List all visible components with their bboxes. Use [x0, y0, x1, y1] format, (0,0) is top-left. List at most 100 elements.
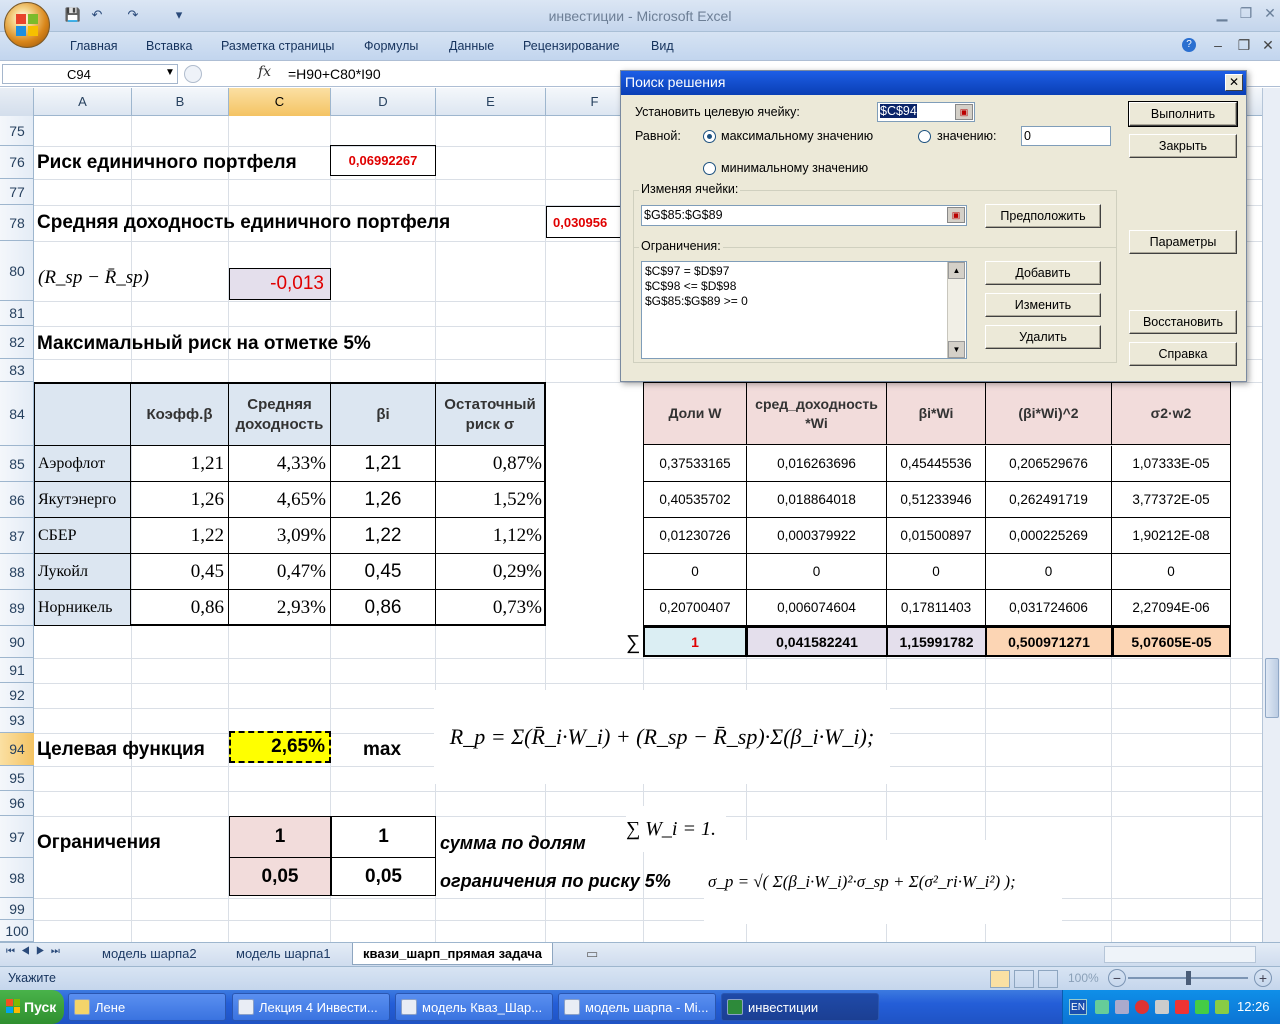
scroll-up-icon[interactable]: ▲	[948, 262, 965, 279]
bw-cell[interactable]: 0,17811403	[887, 590, 986, 626]
row-header[interactable]: 97	[0, 816, 34, 858]
tab-formulas[interactable]: Формулы	[364, 39, 418, 53]
row-header[interactable]: 83	[0, 359, 34, 382]
taskbar-item[interactable]: модель Кваз_Шар...	[395, 993, 553, 1021]
row-header[interactable]: 75	[0, 116, 34, 146]
sigma-cell[interactable]: 0,87%	[436, 446, 544, 482]
stock-name[interactable]: Якутэнерго	[35, 482, 131, 518]
ret-w-cell[interactable]: 0	[747, 554, 887, 590]
sw2-cell[interactable]: 1,90212E-08	[1112, 518, 1230, 554]
vertical-scrollbar[interactable]	[1262, 88, 1280, 942]
run-button[interactable]: Выполнить	[1128, 101, 1238, 127]
beta-cell[interactable]: 1,26	[131, 482, 229, 518]
row-header[interactable]: 86	[0, 482, 34, 518]
total-w-cell[interactable]: 1	[643, 626, 747, 657]
total-bw-cell[interactable]: 1,15991782	[887, 626, 986, 657]
row-header[interactable]: 99	[0, 898, 34, 920]
col-header-c[interactable]: C	[229, 88, 331, 116]
stock-name[interactable]: СБЕР	[35, 518, 131, 554]
tab-review[interactable]: Рецензирование	[523, 39, 620, 53]
bw-cell[interactable]: 0,51233946	[887, 482, 986, 518]
collapse-dialog-icon[interactable]: ▣	[955, 104, 973, 120]
beta-cell[interactable]: 1,21	[131, 446, 229, 482]
tab-page-layout[interactable]: Разметка страницы	[221, 39, 334, 53]
max-radio[interactable]	[703, 130, 716, 143]
tab-data[interactable]: Данные	[449, 39, 494, 53]
network-icon[interactable]	[1115, 1000, 1129, 1014]
normal-view-icon[interactable]	[990, 970, 1010, 988]
beta-cell[interactable]: 1,22	[131, 518, 229, 554]
rsp-diff-value[interactable]: -0,013	[229, 268, 331, 300]
row-header[interactable]: 81	[0, 301, 34, 326]
horizontal-scrollbar[interactable]	[1104, 946, 1256, 963]
constraint-sum-right[interactable]: 1	[331, 816, 436, 858]
row-header[interactable]: 85	[0, 446, 34, 482]
return-cell[interactable]: 4,65%	[229, 482, 331, 518]
stock-name[interactable]: Аэрофлот	[35, 446, 131, 482]
zoom-slider-thumb[interactable]	[1186, 971, 1191, 985]
row-header[interactable]: 88	[0, 554, 34, 590]
ribbon-minimize-icon[interactable]: ‒	[1206, 36, 1230, 54]
return-cell[interactable]: 0,47%	[229, 554, 331, 590]
options-button[interactable]: Параметры	[1129, 230, 1237, 254]
zoom-in-icon[interactable]: +	[1254, 969, 1272, 987]
tray-app-icon[interactable]	[1195, 1000, 1209, 1014]
row-header[interactable]: 80	[0, 241, 34, 301]
row-header[interactable]: 94	[0, 733, 34, 766]
insert-sheet-icon[interactable]: ▭	[586, 946, 598, 962]
office-button[interactable]	[4, 2, 50, 48]
view-buttons[interactable]	[990, 970, 1062, 988]
sw2-cell[interactable]: 3,77372E-05	[1112, 482, 1230, 518]
weight-cell[interactable]: 0,01230726	[644, 518, 747, 554]
maximize-icon[interactable]: ❐	[1234, 4, 1258, 22]
stock-name[interactable]: Норникель	[35, 590, 131, 626]
weight-cell[interactable]: 0,40535702	[644, 482, 747, 518]
list-scrollbar[interactable]: ▲ ▼	[947, 262, 965, 358]
total-sw2-cell[interactable]: 5,07605E-05	[1112, 626, 1231, 657]
chevron-down-icon[interactable]: ▼	[165, 67, 175, 78]
weight-cell[interactable]: 0,37533165	[644, 446, 747, 482]
tab-home[interactable]: Главная	[70, 39, 118, 53]
return-cell[interactable]: 3,09%	[229, 518, 331, 554]
row-header[interactable]: 78	[0, 205, 34, 241]
ribbon-close-icon[interactable]: ✕	[1256, 36, 1280, 54]
tray-app-icon[interactable]	[1215, 1000, 1229, 1014]
row-header[interactable]: 96	[0, 791, 34, 816]
row-header[interactable]: 93	[0, 708, 34, 733]
max-radio-label[interactable]: максимальному значению	[721, 129, 873, 143]
row-header[interactable]: 91	[0, 658, 34, 683]
col-header-b[interactable]: B	[132, 88, 229, 116]
language-indicator[interactable]: EN	[1069, 999, 1087, 1015]
row-header[interactable]: 100	[0, 920, 34, 942]
select-all-corner[interactable]	[0, 88, 34, 116]
bw-cell[interactable]: 0,01500897	[887, 518, 986, 554]
weight-cell[interactable]: 0	[644, 554, 747, 590]
constraint-sum-left[interactable]: 1	[229, 816, 331, 858]
row-header[interactable]: 84	[0, 382, 34, 446]
bw-cell[interactable]: 0	[887, 554, 986, 590]
sheet-tab[interactable]: модель шарпа2	[92, 943, 207, 965]
row-header[interactable]: 98	[0, 858, 34, 898]
bi-cell[interactable]: 0,86	[331, 590, 436, 626]
constraint-risk-left[interactable]: 0,05	[229, 858, 331, 896]
bw2-cell[interactable]: 0,000225269	[986, 518, 1112, 554]
minimize-icon[interactable]: ▁	[1210, 4, 1234, 22]
total-ret-w-cell[interactable]: 0,041582241	[747, 626, 887, 657]
start-button[interactable]: Пуск	[0, 990, 64, 1024]
beta-cell[interactable]: 0,86	[131, 590, 229, 626]
tab-scroll-icon[interactable]: ⏮◀▶⏭	[6, 946, 66, 957]
list-item[interactable]: $C$98 <= $D$98	[645, 279, 963, 294]
sigma-cell[interactable]: 1,52%	[436, 482, 544, 518]
close-window-icon[interactable]: ✕	[1258, 4, 1280, 22]
sw2-cell[interactable]: 0	[1112, 554, 1230, 590]
total-bw2-cell[interactable]: 0,500971271	[986, 626, 1112, 657]
bw2-cell[interactable]: 0,206529676	[986, 446, 1112, 482]
min-radio[interactable]	[703, 162, 716, 175]
sigma-cell[interactable]: 1,12%	[436, 518, 544, 554]
close-button[interactable]: Закрыть	[1129, 134, 1237, 158]
close-icon[interactable]: ✕	[1225, 74, 1243, 91]
row-header[interactable]: 77	[0, 179, 34, 205]
ret-w-cell[interactable]: 0,006074604	[747, 590, 887, 626]
portfolio-risk-value[interactable]: 0,06992267	[330, 145, 436, 176]
col-header-d[interactable]: D	[331, 88, 436, 116]
